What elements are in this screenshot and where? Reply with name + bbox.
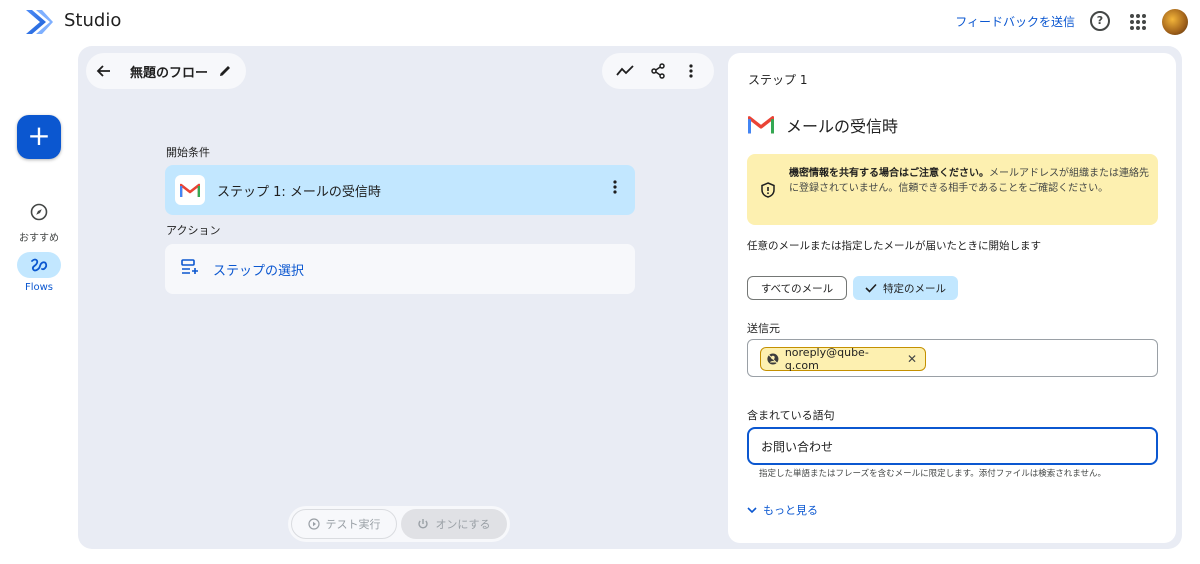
help-icon[interactable]: ? (1090, 11, 1110, 31)
shield-warning-icon (761, 182, 775, 198)
rail-item-flows[interactable]: Flows (8, 252, 70, 293)
trigger-description: 任意のメールまたは指定したメールが届いたときに開始します (747, 240, 1041, 252)
phrase-label: 含まれている語句 (747, 409, 835, 422)
turn-on-label: オンにする (435, 518, 491, 531)
panel-header-title: メールの受信時 (786, 117, 899, 136)
flows-icon (17, 252, 61, 278)
security-warning: 機密情報を共有する場合はご注意ください。メールアドレスが組織または連絡先に登録さ… (747, 154, 1158, 225)
warning-text: 機密情報を共有する場合はご注意ください。メールアドレスが組織または連絡先に登録さ… (789, 166, 1151, 196)
phrase-input[interactable] (747, 427, 1158, 465)
phrase-hint: 指定した単語またはフレーズを含むメールに限定します。添付ファイルは検索されません… (759, 469, 1106, 479)
apps-grid-icon[interactable] (1130, 14, 1146, 30)
share-icon[interactable] (644, 57, 672, 85)
step-1-label: ステップ 1: メールの受信時 (217, 184, 381, 200)
flow-title-bar: 無題のフロー (86, 53, 246, 89)
back-arrow-icon[interactable] (86, 53, 122, 89)
step-1-card[interactable]: ステップ 1: メールの受信時 (165, 165, 635, 215)
play-circle-icon (307, 518, 320, 530)
chevron-down-icon (747, 506, 757, 513)
sender-email-chip[interactable]: noreply@qube-q.com ✕ (760, 346, 926, 372)
step-menu-icon[interactable] (613, 180, 617, 198)
panel-header: メールの受信時 (748, 113, 898, 137)
choose-step-label: ステップの選択 (213, 263, 305, 279)
all-mail-chip[interactable]: すべてのメール (747, 276, 847, 300)
step-config-panel: ステップ 1 メールの受信時 機密情報を共有する場合はご注意ください。メールアド… (728, 53, 1176, 543)
top-bar: Studio フィードバックを送信 ? (0, 0, 1200, 44)
add-step-icon (181, 259, 199, 279)
warning-bold: 機密情報を共有する場合はご注意ください。 (789, 168, 989, 179)
specific-mail-label: 特定のメール (883, 282, 946, 295)
trigger-section-label: 開始条件 (166, 146, 210, 159)
sender-email: noreply@qube-q.com (784, 346, 869, 372)
remove-chip-icon[interactable]: ✕ (907, 352, 917, 366)
choose-step-card[interactable]: ステップの選択 (165, 244, 635, 294)
pencil-icon[interactable] (218, 64, 232, 78)
rail-label-recommended: おすすめ (19, 233, 59, 244)
rail-item-recommended[interactable]: おすすめ (8, 199, 70, 244)
show-more-label: もっと見る (763, 504, 818, 517)
send-feedback-link[interactable]: フィードバックを送信 (955, 13, 1075, 30)
compass-icon (17, 199, 61, 225)
activity-icon[interactable] (611, 57, 639, 85)
action-section-label: アクション (166, 224, 221, 237)
sender-label: 送信元 (747, 322, 780, 335)
turn-on-button[interactable]: オンにする (401, 509, 507, 539)
run-controls: テスト実行 オンにする (288, 506, 510, 542)
test-run-label: テスト実行 (325, 518, 381, 531)
check-icon (865, 283, 877, 293)
studio-logo-icon (26, 10, 53, 34)
panel-step-title: ステップ 1 (748, 73, 808, 87)
show-more-button[interactable]: もっと見る (747, 502, 818, 518)
more-vert-icon[interactable] (677, 57, 705, 85)
gmail-icon (175, 175, 205, 205)
specific-mail-chip[interactable]: 特定のメール (853, 276, 958, 300)
canvas-toolbar (602, 53, 714, 89)
flow-title[interactable]: 無題のフロー (130, 62, 208, 81)
blocked-contact-icon (767, 353, 779, 365)
sender-field[interactable]: noreply@qube-q.com ✕ (747, 339, 1158, 377)
create-button[interactable]: + (17, 115, 61, 159)
test-run-button[interactable]: テスト実行 (291, 509, 397, 539)
rail-label-flows: Flows (24, 282, 54, 293)
power-icon (418, 519, 429, 529)
app-title: Studio (64, 10, 122, 31)
gmail-icon (748, 116, 774, 134)
avatar[interactable] (1162, 9, 1188, 35)
